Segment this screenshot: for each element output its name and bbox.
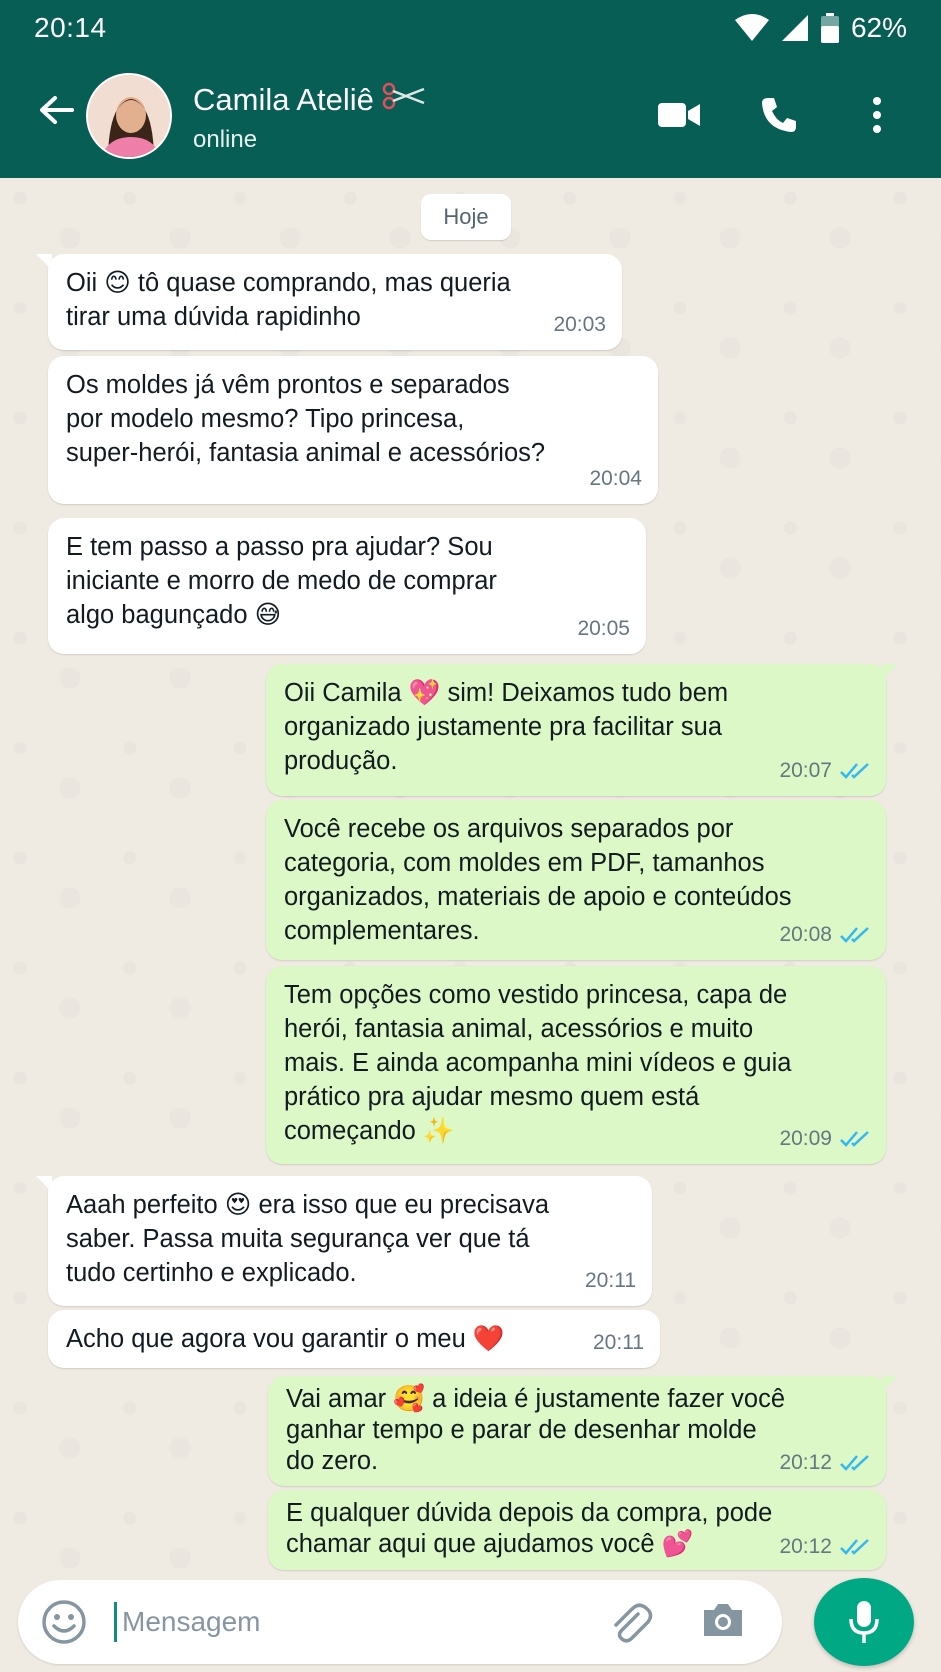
camera-button[interactable] bbox=[700, 1600, 746, 1646]
back-button[interactable] bbox=[32, 86, 80, 134]
scissors-icon bbox=[382, 82, 426, 118]
message-time: 20:09 bbox=[779, 1127, 832, 1150]
message-meta: 20:08 bbox=[779, 918, 870, 952]
voice-record-button[interactable] bbox=[814, 1578, 914, 1666]
status-indicators: 62% bbox=[734, 12, 907, 44]
read-receipt-icon bbox=[840, 1131, 869, 1147]
battery-icon bbox=[820, 13, 839, 43]
phone-icon bbox=[762, 98, 796, 132]
message-time: 20:04 bbox=[589, 467, 642, 490]
message-text: Oii 😊 tô quase comprando, mas queria tir… bbox=[66, 269, 511, 331]
message-time: 20:07 bbox=[779, 759, 832, 782]
message-meta: 20:05 bbox=[577, 612, 630, 646]
message-composer bbox=[18, 1580, 782, 1664]
message-incoming[interactable]: Acho que agora vou garantir o meu ❤️ 20:… bbox=[48, 1310, 660, 1368]
message-meta: 20:12 bbox=[779, 1447, 870, 1478]
contact-name: Camila Ateliê bbox=[193, 82, 374, 117]
message-meta: 20:03 bbox=[553, 308, 606, 342]
video-call-button[interactable] bbox=[654, 90, 704, 140]
read-receipt-icon bbox=[840, 763, 869, 779]
chat-header: Camila Ateliê online bbox=[0, 56, 941, 178]
message-meta: 20:12 bbox=[779, 1531, 870, 1562]
message-text: Os moldes já vêm prontos e separados por… bbox=[66, 371, 546, 467]
message-incoming[interactable]: E tem passo a passo pra ajudar? Sou inic… bbox=[48, 518, 646, 654]
message-time: 20:05 bbox=[577, 617, 630, 640]
message-meta: 20:11 bbox=[593, 1326, 644, 1360]
message-time: 20:08 bbox=[779, 923, 832, 946]
emoji-icon bbox=[42, 1600, 86, 1644]
message-meta: 20:09 bbox=[779, 1122, 870, 1156]
more-options-icon bbox=[873, 97, 881, 133]
wifi-icon bbox=[734, 14, 769, 42]
video-call-icon bbox=[658, 103, 700, 127]
status-bar: 20:14 62% bbox=[0, 0, 941, 56]
message-outgoing[interactable]: Tem opções como vestido princesa, capa d… bbox=[266, 966, 886, 1164]
message-meta: 20:11 bbox=[585, 1264, 636, 1298]
message-time: 20:12 bbox=[779, 1451, 832, 1474]
message-input[interactable] bbox=[122, 1598, 562, 1646]
camera-icon bbox=[704, 1604, 742, 1636]
message-outgoing[interactable]: Você recebe os arquivos separados por ca… bbox=[266, 800, 886, 960]
contact-status: online bbox=[193, 126, 258, 153]
avatar[interactable] bbox=[86, 73, 172, 159]
message-meta: 20:04 bbox=[589, 462, 642, 496]
message-incoming[interactable]: Oii 😊 tô quase comprando, mas queria tir… bbox=[36, 254, 622, 350]
text-cursor bbox=[114, 1602, 117, 1642]
message-text: Acho que agora vou garantir o meu ❤️ bbox=[66, 1325, 505, 1353]
message-incoming[interactable]: Aaah perfeito 😍 era isso que eu precisav… bbox=[36, 1176, 652, 1306]
message-text: E tem passo a passo pra ajudar? Sou inic… bbox=[66, 533, 497, 629]
voice-call-button[interactable] bbox=[754, 90, 804, 140]
read-receipt-icon bbox=[840, 927, 869, 943]
signal-icon bbox=[781, 14, 809, 42]
contact-name-row[interactable]: Camila Ateliê bbox=[193, 82, 426, 118]
battery-percent: 62% bbox=[850, 12, 907, 43]
message-outgoing[interactable]: Oii Camila 💖 sim! Deixamos tudo bem orga… bbox=[266, 664, 898, 796]
message-time: 20:12 bbox=[779, 1535, 832, 1558]
date-separator: Hoje bbox=[421, 194, 511, 240]
read-receipt-icon bbox=[840, 1454, 869, 1471]
read-receipt-icon bbox=[840, 1538, 869, 1555]
attach-icon bbox=[614, 1603, 653, 1643]
attach-button[interactable] bbox=[608, 1600, 654, 1646]
message-incoming[interactable]: Os moldes já vêm prontos e separados por… bbox=[48, 356, 658, 504]
status-time: 20:14 bbox=[34, 12, 107, 43]
back-arrow-icon bbox=[40, 96, 74, 124]
message-outgoing[interactable]: Vai amar 🥰 a ideia é justamente fazer vo… bbox=[268, 1376, 898, 1486]
message-time: 20:11 bbox=[593, 1331, 644, 1354]
emoji-button[interactable] bbox=[40, 1598, 88, 1646]
chat-area[interactable]: Hoje Oii 😊 tô quase comprando, mas queri… bbox=[0, 178, 941, 1572]
message-text: Aaah perfeito 😍 era isso que eu precisav… bbox=[66, 1191, 550, 1287]
message-meta: 20:07 bbox=[779, 754, 870, 788]
message-time: 20:03 bbox=[553, 313, 606, 336]
message-outgoing[interactable]: E qualquer dúvida depois da compra, pode… bbox=[268, 1490, 886, 1570]
more-options-button[interactable] bbox=[852, 90, 902, 140]
message-time: 20:11 bbox=[585, 1269, 636, 1292]
mic-icon bbox=[849, 1601, 879, 1643]
